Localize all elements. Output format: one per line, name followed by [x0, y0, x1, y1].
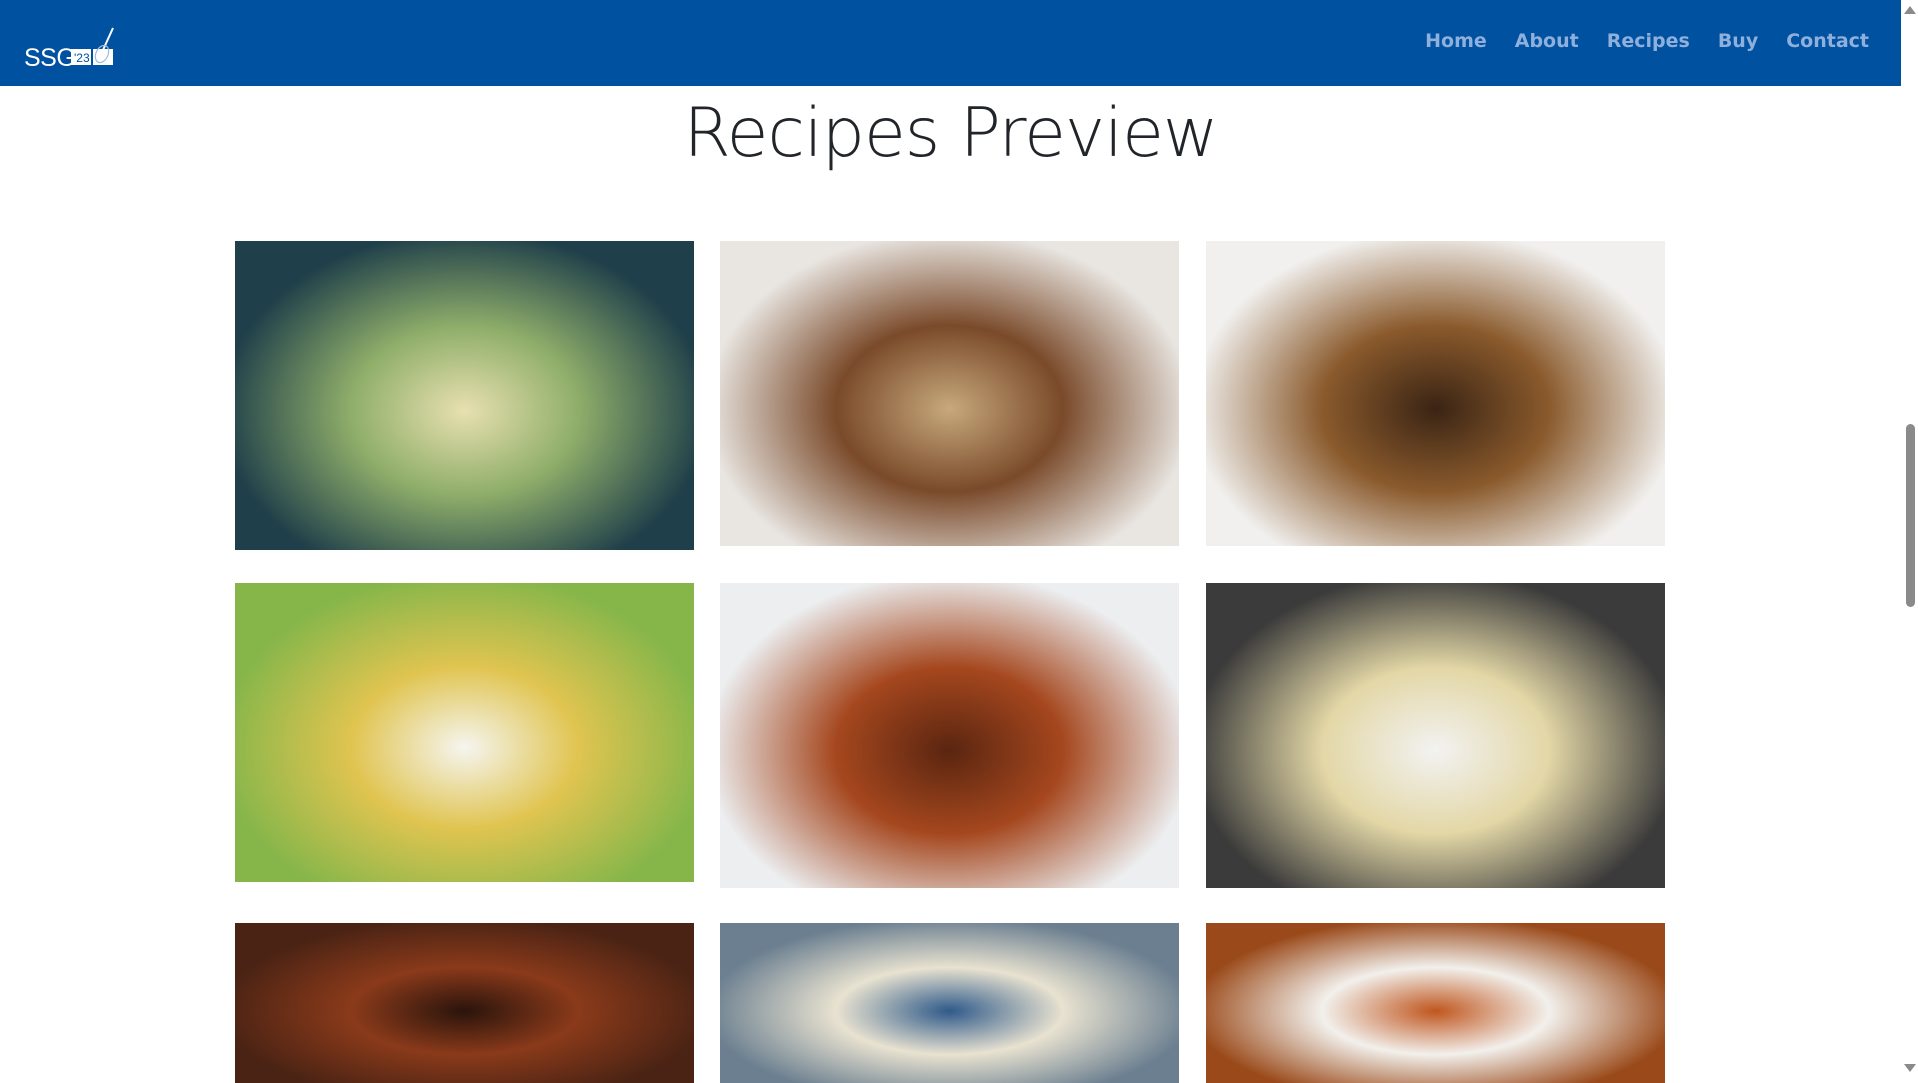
recipe-card-rice-pilaf[interactable] [235, 583, 694, 882]
recipe-card-tacos[interactable] [720, 923, 1179, 1083]
recipe-card-fried-jalapeno-poppers[interactable] [720, 583, 1179, 888]
page-title: Recipes Preview [683, 94, 1218, 173]
recipe-card-banana-bread[interactable] [720, 241, 1179, 546]
recipe-card-momo-dumplings[interactable] [1206, 583, 1665, 888]
whisk-book-icon: '23 [71, 27, 114, 65]
logo-text: SSG [24, 44, 76, 72]
nav-home[interactable]: Home [1425, 30, 1487, 52]
scroll-down-arrow[interactable] [1904, 1064, 1916, 1072]
nav-buy[interactable]: Buy [1718, 30, 1758, 52]
recipe-card-samosa-with-sauce[interactable] [1206, 923, 1665, 1083]
navbar: SSG '23 Home About Recipes Buy Contact [0, 0, 1901, 86]
nav-about[interactable]: About [1515, 30, 1579, 52]
nav-menu: Home About Recipes Buy Contact [1425, 30, 1869, 52]
recipe-card-bbq-ribs[interactable] [235, 923, 694, 1083]
scrollbar[interactable] [1901, 0, 1918, 1078]
svg-text:'23: '23 [74, 51, 90, 65]
recipe-card-oat-energy-balls[interactable] [1206, 241, 1665, 546]
nav-contact[interactable]: Contact [1786, 30, 1869, 52]
recipe-card-salad-with-pecans[interactable] [235, 241, 694, 550]
scrollbar-thumb[interactable] [1906, 424, 1915, 607]
scroll-up-arrow[interactable] [1904, 6, 1916, 14]
logo[interactable]: SSG '23 [24, 14, 124, 72]
nav-recipes[interactable]: Recipes [1607, 30, 1690, 52]
